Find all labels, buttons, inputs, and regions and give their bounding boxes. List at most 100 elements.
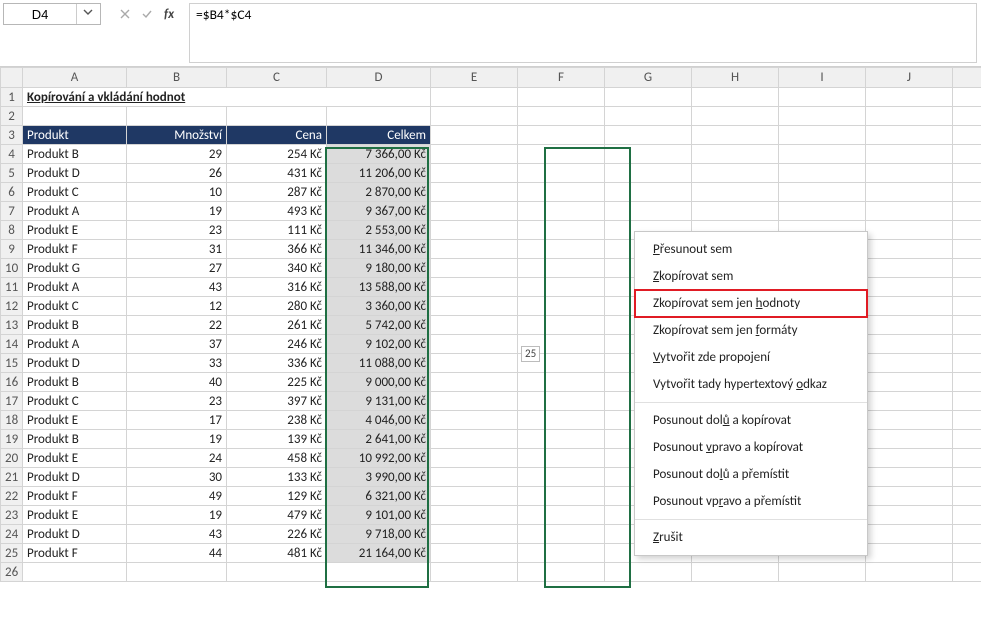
cell[interactable] (431, 525, 518, 544)
cell[interactable] (692, 202, 779, 221)
cell-cena[interactable]: 226 Kč (227, 525, 327, 544)
cell[interactable] (605, 164, 692, 183)
cell[interactable] (127, 107, 227, 126)
cell-cena[interactable]: 431 Kč (227, 164, 327, 183)
cell[interactable] (779, 107, 866, 126)
row-header[interactable]: 19 (1, 430, 23, 449)
cell-cena[interactable]: 238 Kč (227, 411, 327, 430)
col-header[interactable]: J (866, 68, 953, 88)
cell-produkt[interactable]: Produkt C (23, 392, 127, 411)
menu-item-shift-down-move[interactable]: Posunout dolů a přemístit (635, 461, 867, 488)
cell[interactable] (779, 126, 866, 145)
cell[interactable] (953, 335, 981, 354)
cell-celkem[interactable]: 21 164,00 Kč (327, 544, 431, 563)
cell-mnozstvi[interactable]: 30 (127, 468, 227, 487)
row-header[interactable]: 11 (1, 278, 23, 297)
row-header[interactable]: 5 (1, 164, 23, 183)
cell[interactable] (431, 373, 518, 392)
cell-mnozstvi[interactable]: 49 (127, 487, 227, 506)
cell-mnozstvi[interactable]: 40 (127, 373, 227, 392)
cell-produkt[interactable]: Produkt D (23, 164, 127, 183)
cell[interactable] (953, 240, 981, 259)
cell[interactable] (518, 544, 605, 563)
cell[interactable] (779, 202, 866, 221)
cell-mnozstvi[interactable]: 17 (127, 411, 227, 430)
row-header[interactable]: 14 (1, 335, 23, 354)
row-header[interactable]: 23 (1, 506, 23, 525)
cell[interactable] (953, 525, 981, 544)
cell[interactable] (518, 430, 605, 449)
cell[interactable] (431, 221, 518, 240)
cell[interactable] (866, 411, 953, 430)
cell[interactable] (866, 278, 953, 297)
cell[interactable] (692, 107, 779, 126)
cell-mnozstvi[interactable]: 23 (127, 392, 227, 411)
cell-cena[interactable]: 493 Kč (227, 202, 327, 221)
cell[interactable] (431, 297, 518, 316)
cell-produkt[interactable]: Produkt C (23, 183, 127, 202)
cell[interactable] (518, 202, 605, 221)
col-header[interactable]: A (23, 68, 127, 88)
cell[interactable] (431, 506, 518, 525)
cell-cena[interactable]: 366 Kč (227, 240, 327, 259)
row-header[interactable]: 7 (1, 202, 23, 221)
cell[interactable] (518, 316, 605, 335)
cell[interactable] (431, 278, 518, 297)
row-header[interactable]: 10 (1, 259, 23, 278)
row-header[interactable]: 15 (1, 354, 23, 373)
cell-produkt[interactable]: Produkt B (23, 145, 127, 164)
cell[interactable] (431, 164, 518, 183)
cell-celkem[interactable]: 13 588,00 Kč (327, 278, 431, 297)
cell[interactable] (518, 449, 605, 468)
cell-celkem[interactable]: 4 046,00 Kč (327, 411, 431, 430)
cell[interactable] (866, 544, 953, 563)
cell[interactable] (227, 107, 327, 126)
cell[interactable] (23, 107, 127, 126)
cell[interactable] (866, 240, 953, 259)
cell-mnozstvi[interactable]: 22 (127, 316, 227, 335)
cell[interactable] (779, 145, 866, 164)
cell[interactable] (605, 107, 692, 126)
cell[interactable] (431, 107, 518, 126)
cell[interactable] (953, 411, 981, 430)
row-header[interactable]: 25 (1, 544, 23, 563)
cell[interactable] (953, 297, 981, 316)
formula-input[interactable]: =$B4*$C4 (189, 3, 977, 63)
cell[interactable] (431, 126, 518, 145)
name-box[interactable] (3, 3, 101, 25)
cell-cena[interactable]: 336 Kč (227, 354, 327, 373)
row-header[interactable]: 6 (1, 183, 23, 202)
cell[interactable] (605, 563, 692, 582)
cell[interactable] (605, 183, 692, 202)
cell[interactable] (518, 392, 605, 411)
cell[interactable] (953, 392, 981, 411)
row-header[interactable]: 20 (1, 449, 23, 468)
cell[interactable] (518, 221, 605, 240)
cell-produkt[interactable]: Produkt F (23, 487, 127, 506)
cell[interactable] (866, 468, 953, 487)
cell[interactable] (779, 164, 866, 183)
cell[interactable] (953, 88, 981, 107)
cell[interactable] (518, 278, 605, 297)
cell[interactable] (779, 88, 866, 107)
cell[interactable] (866, 563, 953, 582)
row-header[interactable]: 2 (1, 107, 23, 126)
cell-mnozstvi[interactable]: 19 (127, 202, 227, 221)
cell[interactable] (518, 506, 605, 525)
cell-celkem[interactable]: 11 088,00 Kč (327, 354, 431, 373)
cell[interactable] (518, 183, 605, 202)
cell[interactable] (327, 107, 431, 126)
cell[interactable] (953, 563, 981, 582)
cell-celkem[interactable]: 11 206,00 Kč (327, 164, 431, 183)
cell-produkt[interactable]: Produkt E (23, 411, 127, 430)
cell-cena[interactable]: 254 Kč (227, 145, 327, 164)
cell-produkt[interactable]: Produkt B (23, 373, 127, 392)
cell-mnozstvi[interactable]: 12 (127, 297, 227, 316)
cell[interactable] (431, 411, 518, 430)
cell-celkem[interactable]: 9 131,00 Kč (327, 392, 431, 411)
cell[interactable] (518, 240, 605, 259)
cell[interactable] (953, 221, 981, 240)
cell[interactable] (23, 563, 127, 582)
cell-produkt[interactable]: Produkt D (23, 354, 127, 373)
cell-cena[interactable]: 340 Kč (227, 259, 327, 278)
